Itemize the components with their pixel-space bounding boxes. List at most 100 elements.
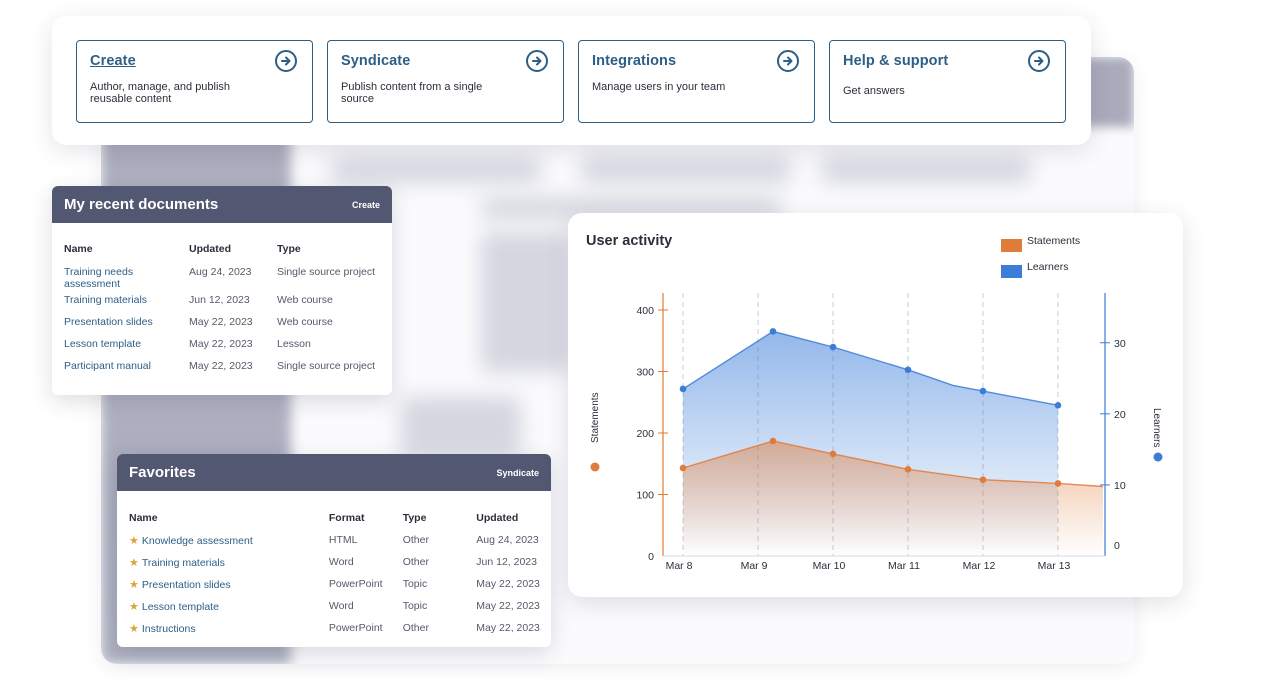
left-axis-title: Statements: [590, 392, 601, 443]
learners-point: [979, 387, 987, 395]
nav-card-create[interactable]: Create Author, manage, and publish reusa…: [76, 40, 313, 123]
table-row[interactable]: ★ Lesson template Word Topic May 22, 2023: [129, 597, 551, 619]
favorite-format: PowerPoint: [328, 578, 383, 590]
favorite-name-link[interactable]: ★ Training materials: [129, 553, 329, 575]
favorite-name-link[interactable]: ★ Knowledge assessment: [129, 531, 329, 553]
statements-point: [829, 450, 837, 458]
document-type: Web course: [277, 316, 333, 328]
syndicate-link[interactable]: Syndicate: [496, 468, 539, 478]
x-tick-label: Mar 9: [741, 560, 768, 572]
favorite-format: Word: [328, 556, 354, 568]
learners-point: [679, 385, 687, 393]
column-header: Name: [129, 512, 158, 524]
statements-point: [1054, 480, 1062, 487]
favorite-name-link[interactable]: ★ Lesson template: [129, 597, 329, 619]
nav-card-title[interactable]: Syndicate: [341, 53, 550, 69]
x-tick-label: Mar 8: [666, 560, 693, 572]
favorite-type: Other: [402, 534, 429, 546]
table-row[interactable]: Training needs assessment Aug 24, 2023 S…: [64, 260, 387, 294]
favorite-name[interactable]: Lesson template: [142, 601, 219, 613]
favorite-updated: May 22, 2023: [476, 622, 540, 634]
favorite-name-link[interactable]: ★ Instructions: [129, 619, 329, 641]
document-name-link[interactable]: Presentation slides: [64, 316, 189, 338]
right-axis-title: Learners: [1151, 408, 1162, 447]
favorite-name[interactable]: Knowledge assessment: [142, 535, 253, 547]
nav-card-help-support[interactable]: Help & support Get answers: [829, 40, 1066, 123]
document-updated: May 22, 2023: [189, 338, 253, 350]
column-header: Name: [64, 243, 93, 255]
column-header: Type: [402, 512, 427, 524]
document-updated: Jun 12, 2023: [189, 294, 250, 306]
column-header: Type: [277, 243, 301, 255]
document-updated: May 22, 2023: [189, 360, 253, 372]
arrow-right-circle-icon[interactable]: [526, 50, 548, 72]
favorite-name-link[interactable]: ★ Presentation slides: [129, 575, 329, 597]
nav-card-description: Manage users in your team: [592, 81, 726, 93]
user-activity-chart: 0 100 200 300 400 0 10 20 30 Mar 8 Mar 9 Mar 10 Mar …: [590, 293, 1163, 572]
table-header-row: Name Updated Type: [64, 238, 387, 260]
nav-card-description: Publish content from a single source: [341, 81, 483, 105]
table-row[interactable]: ★ Knowledge assessment HTML Other Aug 24,…: [129, 531, 551, 553]
learners-point: [904, 366, 912, 374]
nav-card-integrations[interactable]: Integrations Manage users in your team: [578, 40, 815, 123]
document-name-link[interactable]: Lesson template: [64, 338, 189, 360]
column-header: Format: [328, 512, 365, 524]
document-name-link[interactable]: Training materials: [64, 294, 189, 316]
document-name-link[interactable]: Participant manual: [64, 360, 189, 382]
background-block: [821, 157, 1031, 183]
panel-header: My recent documents Create: [52, 186, 392, 223]
table-row[interactable]: ★ Instructions PowerPoint Other May 22, 2…: [129, 619, 551, 641]
statements-point: [679, 464, 687, 472]
right-tick-label: 30: [1114, 338, 1126, 350]
arrow-right-circle-icon[interactable]: [275, 50, 297, 72]
nav-card-syndicate[interactable]: Syndicate Publish content from a single …: [327, 40, 564, 123]
favorite-updated: Jun 12, 2023: [476, 556, 537, 568]
table-row[interactable]: ★ Training materials Word Other Jun 12, 2…: [129, 553, 551, 575]
table-row[interactable]: Training materials Jun 12, 2023 Web cour…: [64, 294, 387, 316]
star-icon[interactable]: ★: [129, 601, 139, 613]
learners-point: [769, 328, 777, 335]
user-activity-panel: User activity Statements Learners 0 100 20…: [568, 213, 1183, 597]
background-block: [581, 157, 791, 183]
star-icon[interactable]: ★: [129, 579, 139, 591]
column-header: Updated: [476, 512, 519, 524]
column-header: Updated: [189, 243, 231, 255]
right-tick-label: 20: [1114, 409, 1126, 421]
x-tick-label: Mar 12: [963, 560, 996, 572]
document-name-link[interactable]: Training needs assessment: [64, 260, 189, 294]
nav-card-title[interactable]: Help & support: [843, 53, 1052, 69]
star-icon[interactable]: ★: [129, 557, 139, 569]
background-block: [331, 157, 541, 183]
favorite-name[interactable]: Presentation slides: [142, 579, 231, 591]
favorites-panel: Favorites Syndicate Name Format Type Upd…: [117, 454, 551, 647]
favorite-type: Topic: [402, 600, 428, 612]
learners-point: [1054, 402, 1062, 409]
favorite-format: HTML: [328, 534, 358, 546]
nav-card-title[interactable]: Create: [90, 53, 299, 69]
table-row[interactable]: ★ Presentation slides PowerPoint Topic Ma…: [129, 575, 551, 597]
table-row[interactable]: Participant manual May 22, 2023 Single s…: [64, 360, 387, 382]
favorites-table: Name Format Type Updated ★ Knowledge asse…: [129, 505, 551, 641]
table-row[interactable]: Lesson template May 22, 2023 Lesson: [64, 338, 387, 360]
nav-card-title[interactable]: Integrations: [592, 53, 801, 69]
panel-title: Favorites: [129, 464, 196, 481]
create-link[interactable]: Create: [352, 200, 380, 210]
star-icon[interactable]: ★: [129, 535, 139, 547]
statements-point: [979, 476, 987, 484]
left-tick-label: 400: [636, 305, 654, 317]
document-type: Lesson: [277, 338, 311, 350]
favorite-updated: May 22, 2023: [476, 600, 540, 612]
table-header-row: Name Format Type Updated: [129, 505, 551, 531]
background-block: [481, 232, 571, 372]
favorite-name[interactable]: Training materials: [142, 557, 225, 569]
favorite-name[interactable]: Instructions: [142, 623, 196, 635]
favorite-format: Word: [328, 600, 354, 612]
arrow-right-circle-icon[interactable]: [1028, 50, 1050, 72]
learners-point: [829, 343, 837, 351]
star-icon[interactable]: ★: [129, 623, 139, 635]
left-tick-label: 300: [636, 367, 654, 379]
table-row[interactable]: Presentation slides May 22, 2023 Web cou…: [64, 316, 387, 338]
document-type: Single source project: [277, 266, 376, 278]
document-updated: May 22, 2023: [189, 316, 253, 328]
arrow-right-circle-icon[interactable]: [777, 50, 799, 72]
